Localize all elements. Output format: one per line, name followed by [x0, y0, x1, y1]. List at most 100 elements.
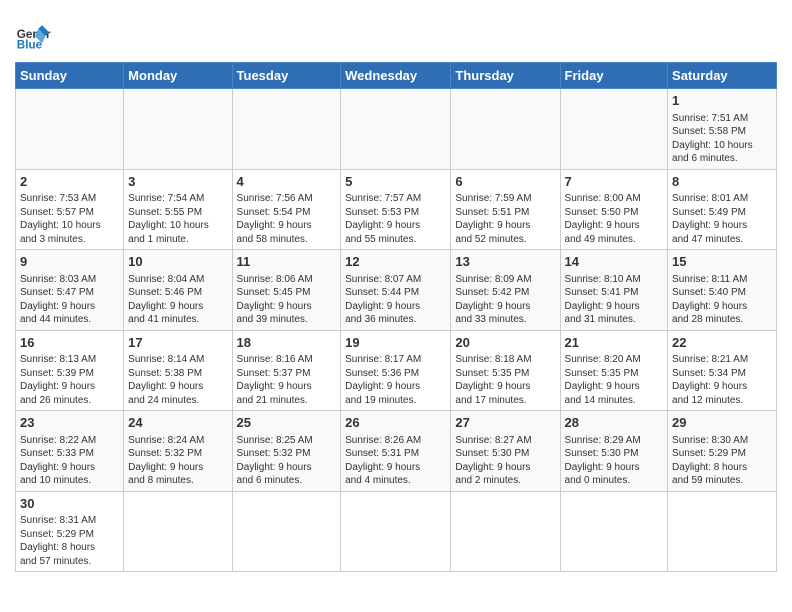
- day-number: 19: [345, 334, 446, 352]
- logo: General Blue: [15, 18, 51, 54]
- day-info: Sunrise: 7:53 AM Sunset: 5:57 PM Dayligh…: [20, 193, 101, 245]
- day-number: 11: [237, 253, 337, 271]
- calendar-cell: 9 Sunrise: 8:03 AM Sunset: 5:47 PM Daylig…: [16, 250, 124, 331]
- calendar-cell: 1 Sunrise: 7:51 AM Sunset: 5:58 PM Daylig…: [668, 89, 777, 170]
- day-info: Sunrise: 8:18 AM Sunset: 5:35 PM Dayligh…: [455, 354, 531, 406]
- day-number: 27: [455, 414, 555, 432]
- day-info: Sunrise: 8:22 AM Sunset: 5:33 PM Dayligh…: [20, 435, 96, 487]
- calendar-cell: 22 Sunrise: 8:21 AM Sunset: 5:34 PM Dayli…: [668, 330, 777, 411]
- day-info: Sunrise: 8:10 AM Sunset: 5:41 PM Dayligh…: [565, 274, 641, 326]
- calendar-cell: 10Sunrise: 8:04 AM Sunset: 5:46 PM Dayli…: [124, 250, 232, 331]
- day-number: 12: [345, 253, 446, 271]
- header: General Blue: [15, 10, 777, 54]
- day-info: Sunrise: 8:21 AM Sunset: 5:34 PM Dayligh…: [672, 354, 748, 406]
- calendar-week-row: 30 Sunrise: 8:31 AM Sunset: 5:29 PM Dayli…: [16, 491, 777, 572]
- weekday-header-wednesday: Wednesday: [341, 63, 451, 89]
- day-number: 7: [565, 173, 664, 191]
- day-number: 17: [128, 334, 227, 352]
- day-number: 28: [565, 414, 664, 432]
- calendar-cell: 21 Sunrise: 8:20 AM Sunset: 5:35 PM Dayli…: [560, 330, 668, 411]
- calendar-cell: 6Sunrise: 7:59 AM Sunset: 5:51 PM Daylig…: [451, 169, 560, 250]
- calendar-cell: 4Sunrise: 7:56 AM Sunset: 5:54 PM Daylig…: [232, 169, 341, 250]
- day-number: 21: [565, 334, 664, 352]
- calendar-cell: [560, 491, 668, 572]
- calendar-cell: 26 Sunrise: 8:26 AM Sunset: 5:31 PM Dayli…: [341, 411, 451, 492]
- calendar-cell: 28 Sunrise: 8:29 AM Sunset: 5:30 PM Dayli…: [560, 411, 668, 492]
- weekday-header-tuesday: Tuesday: [232, 63, 341, 89]
- calendar-cell: 30 Sunrise: 8:31 AM Sunset: 5:29 PM Dayli…: [16, 491, 124, 572]
- day-info: Sunrise: 8:13 AM Sunset: 5:39 PM Dayligh…: [20, 354, 96, 406]
- day-info: Sunrise: 8:03 AM Sunset: 5:47 PM Dayligh…: [20, 274, 96, 326]
- day-number: 14: [565, 253, 664, 271]
- day-number: 30: [20, 495, 119, 513]
- calendar-cell: 5Sunrise: 7:57 AM Sunset: 5:53 PM Daylig…: [341, 169, 451, 250]
- calendar-cell: 23 Sunrise: 8:22 AM Sunset: 5:33 PM Dayli…: [16, 411, 124, 492]
- weekday-header-sunday: Sunday: [16, 63, 124, 89]
- calendar-cell: [124, 89, 232, 170]
- calendar-cell: 12 Sunrise: 8:07 AM Sunset: 5:44 PM Dayli…: [341, 250, 451, 331]
- day-number: 20: [455, 334, 555, 352]
- weekday-header-row: SundayMondayTuesdayWednesdayThursdayFrid…: [16, 63, 777, 89]
- day-number: 8: [672, 173, 772, 191]
- day-number: 6: [455, 173, 555, 191]
- day-number: 22: [672, 334, 772, 352]
- weekday-header-thursday: Thursday: [451, 63, 560, 89]
- calendar-cell: [124, 491, 232, 572]
- calendar-cell: 14 Sunrise: 8:10 AM Sunset: 5:41 PM Dayli…: [560, 250, 668, 331]
- day-info: Sunrise: 8:26 AM Sunset: 5:31 PM Dayligh…: [345, 435, 421, 487]
- day-number: 9: [20, 253, 119, 271]
- day-info: Sunrise: 8:14 AM Sunset: 5:38 PM Dayligh…: [128, 354, 204, 406]
- day-info: Sunrise: 8:27 AM Sunset: 5:30 PM Dayligh…: [455, 435, 531, 487]
- calendar-cell: 11Sunrise: 8:06 AM Sunset: 5:45 PM Dayli…: [232, 250, 341, 331]
- calendar-cell: 25 Sunrise: 8:25 AM Sunset: 5:32 PM Dayli…: [232, 411, 341, 492]
- calendar-cell: 24 Sunrise: 8:24 AM Sunset: 5:32 PM Dayli…: [124, 411, 232, 492]
- day-number: 2: [20, 173, 119, 191]
- page: General Blue SundayMondayTuesdayWednesda…: [0, 0, 792, 587]
- calendar-cell: [232, 491, 341, 572]
- day-number: 10: [128, 253, 227, 271]
- calendar-cell: 8 Sunrise: 8:01 AM Sunset: 5:49 PM Daylig…: [668, 169, 777, 250]
- calendar-week-row: 23 Sunrise: 8:22 AM Sunset: 5:33 PM Dayli…: [16, 411, 777, 492]
- day-info: Sunrise: 8:16 AM Sunset: 5:37 PM Dayligh…: [237, 354, 313, 406]
- day-number: 23: [20, 414, 119, 432]
- calendar-cell: 16Sunrise: 8:13 AM Sunset: 5:39 PM Dayli…: [16, 330, 124, 411]
- day-info: Sunrise: 8:00 AM Sunset: 5:50 PM Dayligh…: [565, 193, 641, 245]
- day-number: 13: [455, 253, 555, 271]
- day-info: Sunrise: 8:30 AM Sunset: 5:29 PM Dayligh…: [672, 435, 748, 487]
- day-info: Sunrise: 7:51 AM Sunset: 5:58 PM Dayligh…: [672, 113, 753, 165]
- day-number: 26: [345, 414, 446, 432]
- day-number: 29: [672, 414, 772, 432]
- calendar-cell: 2 Sunrise: 7:53 AM Sunset: 5:57 PM Daylig…: [16, 169, 124, 250]
- day-number: 24: [128, 414, 227, 432]
- calendar-cell: [232, 89, 341, 170]
- calendar-table: SundayMondayTuesdayWednesdayThursdayFrid…: [15, 62, 777, 572]
- day-number: 18: [237, 334, 337, 352]
- day-number: 5: [345, 173, 446, 191]
- calendar-week-row: 1 Sunrise: 7:51 AM Sunset: 5:58 PM Daylig…: [16, 89, 777, 170]
- calendar-cell: 17 Sunrise: 8:14 AM Sunset: 5:38 PM Dayli…: [124, 330, 232, 411]
- day-info: Sunrise: 8:24 AM Sunset: 5:32 PM Dayligh…: [128, 435, 204, 487]
- day-info: Sunrise: 8:07 AM Sunset: 5:44 PM Dayligh…: [345, 274, 421, 326]
- day-info: Sunrise: 8:25 AM Sunset: 5:32 PM Dayligh…: [237, 435, 313, 487]
- calendar-cell: 29 Sunrise: 8:30 AM Sunset: 5:29 PM Dayli…: [668, 411, 777, 492]
- weekday-header-friday: Friday: [560, 63, 668, 89]
- weekday-header-monday: Monday: [124, 63, 232, 89]
- calendar-cell: 27 Sunrise: 8:27 AM Sunset: 5:30 PM Dayli…: [451, 411, 560, 492]
- day-info: Sunrise: 8:29 AM Sunset: 5:30 PM Dayligh…: [565, 435, 641, 487]
- day-info: Sunrise: 7:56 AM Sunset: 5:54 PM Dayligh…: [237, 193, 313, 245]
- calendar-cell: [560, 89, 668, 170]
- calendar-cell: [451, 491, 560, 572]
- day-info: Sunrise: 8:20 AM Sunset: 5:35 PM Dayligh…: [565, 354, 641, 406]
- svg-text:Blue: Blue: [17, 39, 43, 52]
- day-info: Sunrise: 8:11 AM Sunset: 5:40 PM Dayligh…: [672, 274, 747, 326]
- day-number: 25: [237, 414, 337, 432]
- calendar-cell: 3Sunrise: 7:54 AM Sunset: 5:55 PM Daylig…: [124, 169, 232, 250]
- calendar-cell: [341, 89, 451, 170]
- calendar-week-row: 2 Sunrise: 7:53 AM Sunset: 5:57 PM Daylig…: [16, 169, 777, 250]
- calendar-cell: 15Sunrise: 8:11 AM Sunset: 5:40 PM Dayli…: [668, 250, 777, 331]
- day-number: 1: [672, 92, 772, 110]
- day-info: Sunrise: 8:01 AM Sunset: 5:49 PM Dayligh…: [672, 193, 748, 245]
- calendar-cell: 20 Sunrise: 8:18 AM Sunset: 5:35 PM Dayli…: [451, 330, 560, 411]
- day-info: Sunrise: 7:54 AM Sunset: 5:55 PM Dayligh…: [128, 193, 209, 245]
- day-info: Sunrise: 8:31 AM Sunset: 5:29 PM Dayligh…: [20, 515, 96, 567]
